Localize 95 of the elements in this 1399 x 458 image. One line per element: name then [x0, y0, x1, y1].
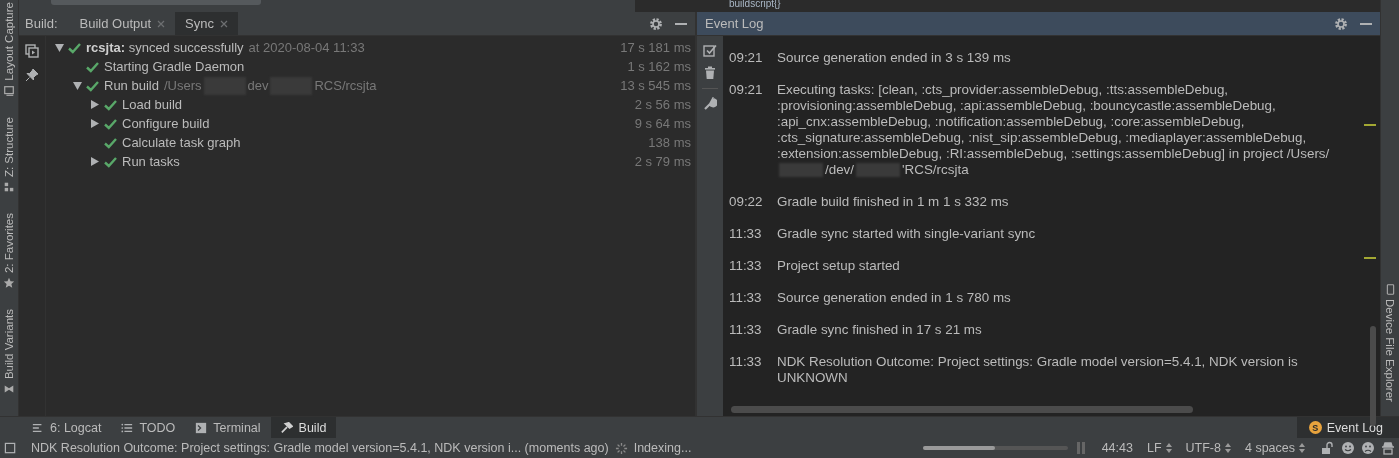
check-icon: [104, 155, 117, 168]
check-icon: [104, 98, 117, 111]
log-message: Project setup started: [777, 258, 901, 274]
settings-icon[interactable]: [1334, 16, 1348, 31]
tool-window-tab[interactable]: Terminal: [185, 417, 271, 438]
check-icon: [104, 136, 117, 149]
star-icon: [3, 276, 15, 289]
structure-icon: [3, 180, 15, 193]
log-message: Gradle build finished in 1 m 1 s 332 ms: [777, 194, 1010, 210]
caret-position[interactable]: 44:43: [1101, 441, 1133, 455]
pin-icon: [25, 68, 39, 82]
notification-badge: S: [1308, 421, 1322, 434]
trash-icon: [703, 66, 717, 80]
log-message: Source generation ended in 1 s 780 ms: [777, 290, 1012, 306]
build-step[interactable]: Calculate task graph: [122, 135, 241, 150]
log-time: 11:33: [729, 290, 763, 306]
duration: 9 s 64 ms: [634, 116, 691, 131]
build-step[interactable]: Starting Gradle Daemon: [104, 59, 245, 74]
smiley-icon: [1341, 441, 1355, 455]
build-detail: RCS/rcsjta: [314, 78, 377, 93]
editor-code-text: buildscript{}: [729, 0, 781, 9]
task-status: Indexing...: [633, 441, 692, 455]
build-step[interactable]: rcsjta: synced successfully: [86, 40, 244, 55]
build-step[interactable]: Configure build: [122, 116, 210, 131]
rerun-icon: [25, 44, 39, 58]
inspector-icon: [1381, 441, 1395, 455]
log-time: 09:21: [729, 82, 764, 99]
line-separator-selector[interactable]: LF: [1146, 441, 1172, 455]
panel-title: Build:: [24, 16, 59, 31]
expand-arrow-icon[interactable]: [91, 100, 99, 109]
duration: 1 s 162 ms: [627, 59, 691, 74]
duration: 138 ms: [648, 135, 691, 150]
log-time: 11:33: [729, 322, 763, 338]
expand-arrow-icon[interactable]: [91, 157, 99, 166]
panel-tab[interactable]: Build Output: [69, 12, 176, 35]
frowny-icon: [1361, 441, 1375, 455]
check-icon: [68, 41, 81, 54]
spinner-icon: [614, 441, 628, 455]
up-down-arrows-icon: [1165, 443, 1172, 453]
duration: 17 s 181 ms: [620, 40, 691, 55]
up-down-arrows-icon: [1299, 443, 1305, 453]
log-message: NDK Resolution Outcome: Project settings: Gradle model version=5.4.1, NDK version is UNKNOWN: [777, 354, 1299, 386]
monitor-icon: [3, 84, 15, 97]
settings-icon[interactable]: [649, 16, 663, 31]
log-message: Source generation ended in 3 s 139 ms: [777, 50, 1012, 66]
terminal-icon: [195, 421, 208, 434]
tool-window-tab[interactable]: 6: Logcat: [22, 417, 112, 438]
duration: 2 s 56 ms: [634, 97, 691, 112]
build-step[interactable]: Load build: [122, 97, 182, 112]
side-tool-tab[interactable]: Z: Structure: [3, 116, 15, 177]
panel-title: Event Log: [704, 16, 765, 31]
side-tool-tab[interactable]: 2: Favorites: [3, 212, 15, 273]
indent-selector[interactable]: 4 spaces: [1244, 441, 1305, 455]
collapse-arrow-icon[interactable]: [72, 81, 82, 90]
log-message: Gradle sync started with single-variant sync: [777, 226, 1037, 242]
square-icon: [4, 441, 17, 455]
log-lines-icon: [32, 421, 44, 434]
panel-tab[interactable]: Sync: [175, 12, 238, 35]
list-icon: [121, 421, 134, 434]
event-log-button[interactable]: S Event Log: [1296, 417, 1399, 438]
minimize-icon[interactable]: [675, 22, 687, 25]
tool-window-tab[interactable]: Build: [270, 417, 337, 438]
check-icon: [86, 79, 99, 92]
side-tool-tab[interactable]: Layout Capture: [3, 2, 15, 81]
encoding-selector[interactable]: UTF-8: [1185, 441, 1231, 455]
build-step[interactable]: Run tasks: [122, 154, 180, 169]
build-detail: at 2020-08-04 11:33: [248, 40, 365, 55]
close-icon[interactable]: [220, 19, 228, 28]
collapse-arrow-icon[interactable]: [54, 43, 64, 52]
tool-window-tab[interactable]: TODO: [111, 417, 186, 438]
unlocked-padlock-icon: [1321, 441, 1335, 455]
duration: 2 s 79 ms: [634, 154, 691, 169]
build-detail: /Users: [163, 78, 202, 93]
duration: 13 s 545 ms: [620, 78, 691, 93]
log-time: 11:33: [729, 226, 763, 242]
log-time: 11:33: [729, 258, 763, 274]
expand-arrow-icon[interactable]: [91, 119, 99, 128]
log-message: Executing tasks: [clean, :cts_provider:assembleDebug, :tts:assembleDebug, :provisioning:assembleDebug, :api:assembleDebug, :bouncycastle:assembleDebug, :api_cnx:assembleDebug, :notification:assembleDebug, :core:assembleDebug, :cts_signature:assembleDebug, :nist_sip:assembleDebug, :mediaplayer:assembleDebug, :extension:assembleDebug, :RI:assembleDebug, :settings:assembleDebug] in project /Users/ /dev/ 'RCS/rcsjta: [777, 82, 1331, 178]
checkbox-icon: [703, 44, 717, 58]
minimize-icon[interactable]: [1360, 22, 1372, 25]
log-time: 09:22: [729, 194, 764, 210]
build-step[interactable]: Run build: [104, 78, 159, 93]
log-time: 11:33: [729, 354, 763, 371]
up-down-arrows-icon: [1224, 443, 1231, 453]
check-icon: [104, 117, 117, 130]
build-detail: dev: [247, 78, 269, 93]
status-message[interactable]: NDK Resolution Outcome: Project settings: Gradle model version=5.4.1, NDK version i... (moments ago): [31, 441, 609, 455]
scrollbar[interactable]: [731, 406, 1193, 413]
log-message: Gradle sync finished in 17 s 21 ms: [777, 322, 983, 338]
side-tool-tab[interactable]: Build Variants: [3, 308, 15, 379]
log-time: 09:21: [729, 50, 764, 66]
side-tool-tab[interactable]: Device File Explorer: [1384, 299, 1396, 402]
check-icon: [86, 60, 99, 73]
hammer-icon: [280, 421, 293, 434]
phone-icon: [1384, 284, 1396, 295]
